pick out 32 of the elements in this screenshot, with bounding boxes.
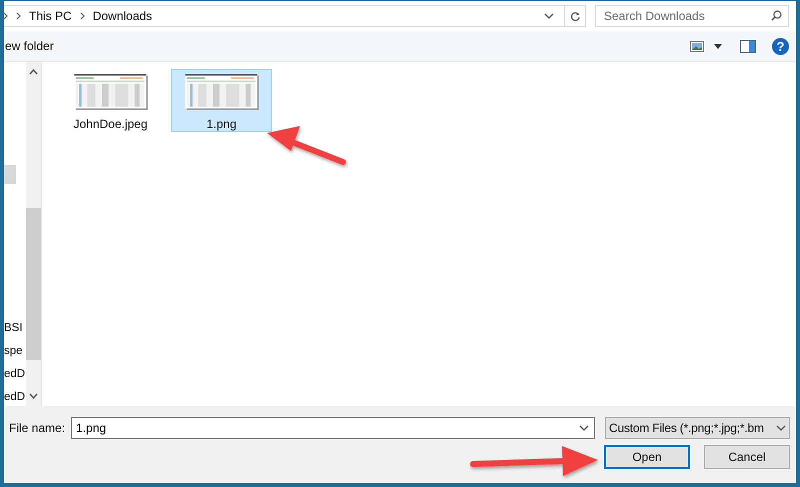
search-icon [771, 10, 782, 21]
scroll-thumb[interactable] [26, 208, 41, 360]
nav-item[interactable]: spe [4, 343, 26, 360]
cancel-button[interactable]: Cancel [704, 445, 790, 469]
address-bar[interactable]: This PC Downloads [4, 5, 586, 27]
refresh-icon [570, 10, 580, 22]
caret-icon[interactable] [714, 44, 722, 48]
nav-item[interactable]: BSI [4, 320, 26, 337]
breadcrumb[interactable]: Downloads [92, 9, 152, 23]
dropdown-icon[interactable] [544, 13, 554, 19]
breadcrumb[interactable]: This PC [29, 9, 72, 23]
scroll-down-icon[interactable] [29, 393, 38, 399]
file-item[interactable]: 1.png [171, 69, 272, 132]
file-type-dropdown[interactable]: Custom Files (*.png;*.jpg;*.bm [605, 417, 790, 439]
dropdown-icon [776, 425, 786, 431]
view-icon[interactable] [690, 40, 704, 52]
file-name: 1.png [206, 117, 237, 131]
nav-item[interactable]: edD [4, 366, 26, 383]
new-folder-button[interactable]: ew folder [4, 39, 54, 53]
open-button[interactable]: Open [604, 445, 690, 469]
search-field[interactable]: Search Downloads [595, 5, 789, 27]
scrollbar[interactable] [26, 62, 41, 406]
preview-pane-icon[interactable] [740, 40, 756, 52]
file-item[interactable]: JohnDoe.jpeg [60, 69, 161, 132]
help-button[interactable]: ? [772, 38, 789, 54]
nav-item[interactable]: edD [4, 389, 26, 406]
file-name-label: File name: [9, 421, 66, 435]
scroll-up-icon[interactable] [29, 69, 38, 75]
chevron-icon [80, 12, 85, 20]
dropdown-icon[interactable] [579, 425, 590, 431]
file-name: JohnDoe.jpeg [73, 117, 148, 131]
file-name-field[interactable]: 1.png [71, 417, 596, 439]
